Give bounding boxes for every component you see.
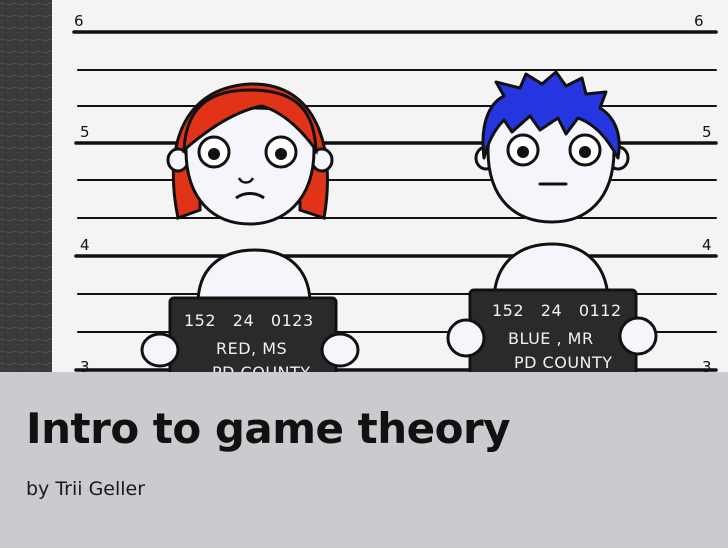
author-byline: by Trii Geller	[26, 478, 146, 500]
height-mark-6-left: 6	[74, 12, 84, 30]
placard-blue-line1: 152 24 0112	[492, 301, 622, 320]
placard-blue-line3: PD COUNTY	[514, 353, 613, 372]
placard-blue-line2: BLUE , MR	[508, 329, 594, 348]
height-mark-6-right: 6	[694, 12, 704, 30]
height-mark-3-left: 3	[80, 358, 90, 372]
height-mark-3-right: 3	[702, 358, 712, 372]
hero-illustration: 6 6 5 5 4 4 3 3 152 24 0123 RED, MS 152 …	[0, 0, 728, 372]
chalkboard-strip	[0, 0, 52, 372]
height-mark-5-right: 5	[702, 123, 712, 141]
placard-red-line3: PD COUNTY	[212, 363, 311, 372]
article-card[interactable]: 6 6 5 5 4 4 3 3 152 24 0123 RED, MS 152 …	[0, 0, 728, 548]
card-footer: Intro to game theory by Trii Geller	[0, 372, 728, 548]
placard-red	[168, 296, 338, 372]
height-mark-5-left: 5	[80, 123, 90, 141]
article-title[interactable]: Intro to game theory	[26, 402, 511, 456]
height-mark-4-right: 4	[702, 236, 712, 254]
placard-red-line2: RED, MS	[216, 339, 287, 358]
placard-red-line1: 152 24 0123	[184, 311, 314, 330]
height-mark-4-left: 4	[80, 236, 90, 254]
